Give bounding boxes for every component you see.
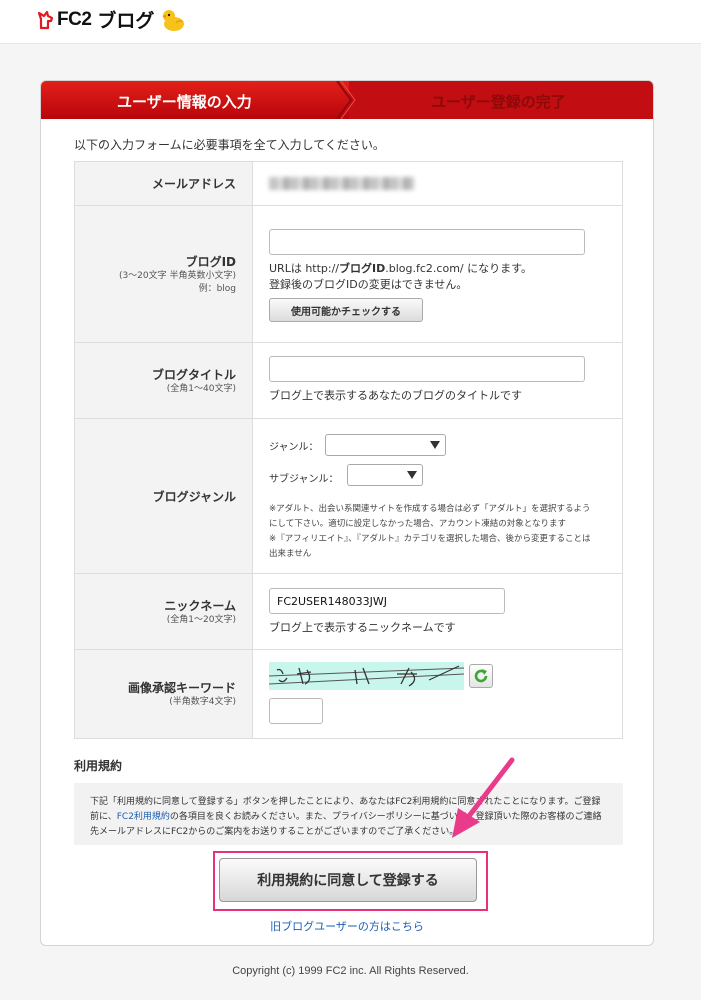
agree-register-button[interactable]: 利用規約に同意して登録する bbox=[219, 858, 477, 902]
label-blog-genre-text: ブログジャンル bbox=[152, 489, 236, 504]
row-blog-id: ブログID (3〜20文字 半角英数小文字) 例：blog URLは http:… bbox=[75, 206, 622, 343]
label-captcha-rule: (半角数字4文字) bbox=[169, 697, 236, 707]
genre-note-adult: ※アダルト、出会い系関連サイトを作成する場合は必ず「アダルト」を選択するようにし… bbox=[269, 504, 591, 529]
label-nickname: ニックネーム (全角1〜20文字) bbox=[75, 574, 253, 649]
logo-text: FC2 bbox=[57, 8, 92, 30]
site-header: FC2 ブログ bbox=[0, 0, 701, 44]
label-blog-id-example: 例：blog bbox=[198, 283, 236, 294]
email-value bbox=[253, 162, 622, 205]
label-blog-id: ブログID (3〜20文字 半角英数小文字) 例：blog bbox=[75, 206, 253, 342]
subgenre-select[interactable] bbox=[347, 464, 423, 486]
row-blog-title: ブログタイトル (全角1〜40文字) ブログ上で表示するあなたのブログのタイトル… bbox=[75, 343, 622, 419]
blog-genre-value: ジャンル： サブジャンル： ※アダルト、出会い系関連サイトを作成する場合は必ず「… bbox=[253, 419, 622, 573]
progress-steps: ユーザー情報の入力 ユーザー登録の完了 bbox=[41, 81, 653, 119]
blog-title-help: ブログ上で表示するあなたのブログのタイトルです bbox=[269, 389, 522, 402]
captcha-image bbox=[269, 662, 464, 690]
registration-form: メールアドレス ブログID (3〜20文字 半角英数小文字) 例：blog UR… bbox=[74, 161, 623, 739]
label-email: メールアドレス bbox=[75, 162, 253, 205]
label-captcha: 画像承認キーワード (半角数字4文字) bbox=[75, 650, 253, 738]
genre-note-affiliate: ※『アフィリエイト』、『アダルト』カテゴリを選択した場合、後から変更することは出… bbox=[269, 534, 591, 559]
label-blog-id-text: ブログID bbox=[185, 254, 236, 269]
chevron-down-icon bbox=[407, 471, 417, 479]
duck-mascot-icon bbox=[162, 9, 185, 31]
fc2-unicorn-icon bbox=[38, 10, 54, 29]
label-blog-id-rule: (3〜20文字 半角英数小文字) bbox=[118, 270, 236, 281]
row-email: メールアドレス bbox=[75, 162, 622, 206]
email-blurred bbox=[269, 177, 414, 190]
subgenre-label: サブジャンル： bbox=[269, 474, 339, 485]
row-captcha: 画像承認キーワード (半角数字4文字) bbox=[75, 650, 622, 738]
label-nickname-rule: (全角1〜20文字) bbox=[166, 614, 236, 625]
terms-link[interactable]: FC2利用規約 bbox=[117, 812, 170, 822]
terms-title: 利用規約 bbox=[74, 759, 123, 773]
genre-select[interactable] bbox=[325, 434, 446, 456]
nickname-help: ブログ上で表示するニックネームです bbox=[269, 621, 456, 634]
copyright: Copyright (c) 1999 FC2 inc. All Rights R… bbox=[232, 965, 469, 977]
blog-title-value: ブログ上で表示するあなたのブログのタイトルです bbox=[253, 343, 622, 418]
label-blog-title-rule: (全角1〜40文字) bbox=[166, 383, 236, 394]
refresh-icon bbox=[474, 669, 488, 683]
label-blog-genre: ブログジャンル bbox=[75, 419, 253, 573]
intro-text: 以下の入力フォームに必要事項を全て入力してください。 bbox=[74, 138, 385, 152]
blog-id-value: URLは http://ブログID.blog.fc2.com/ になります。 登… bbox=[253, 206, 622, 342]
service-name: ブログ bbox=[97, 10, 155, 32]
label-nickname-text: ニックネーム bbox=[164, 598, 236, 613]
nickname-value: ブログ上で表示するニックネームです bbox=[253, 574, 622, 649]
blog-id-note: 登録後のブログIDの変更はできません。 bbox=[269, 278, 468, 291]
nickname-input[interactable] bbox=[269, 588, 505, 614]
captcha-value bbox=[253, 650, 622, 738]
label-blog-title-text: ブログタイトル bbox=[151, 367, 236, 382]
genre-label: ジャンル： bbox=[269, 442, 319, 453]
blog-id-input[interactable] bbox=[269, 229, 585, 255]
step-user-info: ユーザー情報の入力 bbox=[117, 93, 252, 111]
row-nickname: ニックネーム (全角1〜20文字) ブログ上で表示するニックネームです bbox=[75, 574, 622, 650]
label-blog-title: ブログタイトル (全角1〜40文字) bbox=[75, 343, 253, 418]
captcha-input[interactable] bbox=[269, 698, 323, 724]
fc2-blog-logo[interactable]: FC2 ブログ bbox=[38, 6, 186, 33]
old-blog-user-link[interactable]: 旧ブログユーザーの方はこちら bbox=[41, 918, 653, 934]
label-email-text: メールアドレス bbox=[151, 177, 236, 191]
terms-box: 下記「利用規約に同意して登録する」ボタンを押したことにより、あなたはFC2利用規… bbox=[74, 783, 623, 845]
registration-card: ユーザー情報の入力 ユーザー登録の完了 以下の入力フォームに必要事項を全て入力し… bbox=[40, 80, 654, 946]
label-captcha-text: 画像承認キーワード bbox=[127, 681, 236, 695]
chevron-down-icon bbox=[430, 441, 440, 449]
blog-id-help: URLは http://ブログID.blog.fc2.com/ になります。 bbox=[269, 262, 533, 275]
step-complete: ユーザー登録の完了 bbox=[431, 93, 566, 111]
blog-title-input[interactable] bbox=[269, 356, 585, 382]
check-availability-button[interactable]: 使用可能かチェックする bbox=[269, 298, 423, 322]
captcha-refresh-button[interactable] bbox=[469, 664, 493, 688]
row-blog-genre: ブログジャンル ジャンル： サブジャンル： ※アダルト、出会い系関連サイトを作成… bbox=[75, 419, 622, 574]
